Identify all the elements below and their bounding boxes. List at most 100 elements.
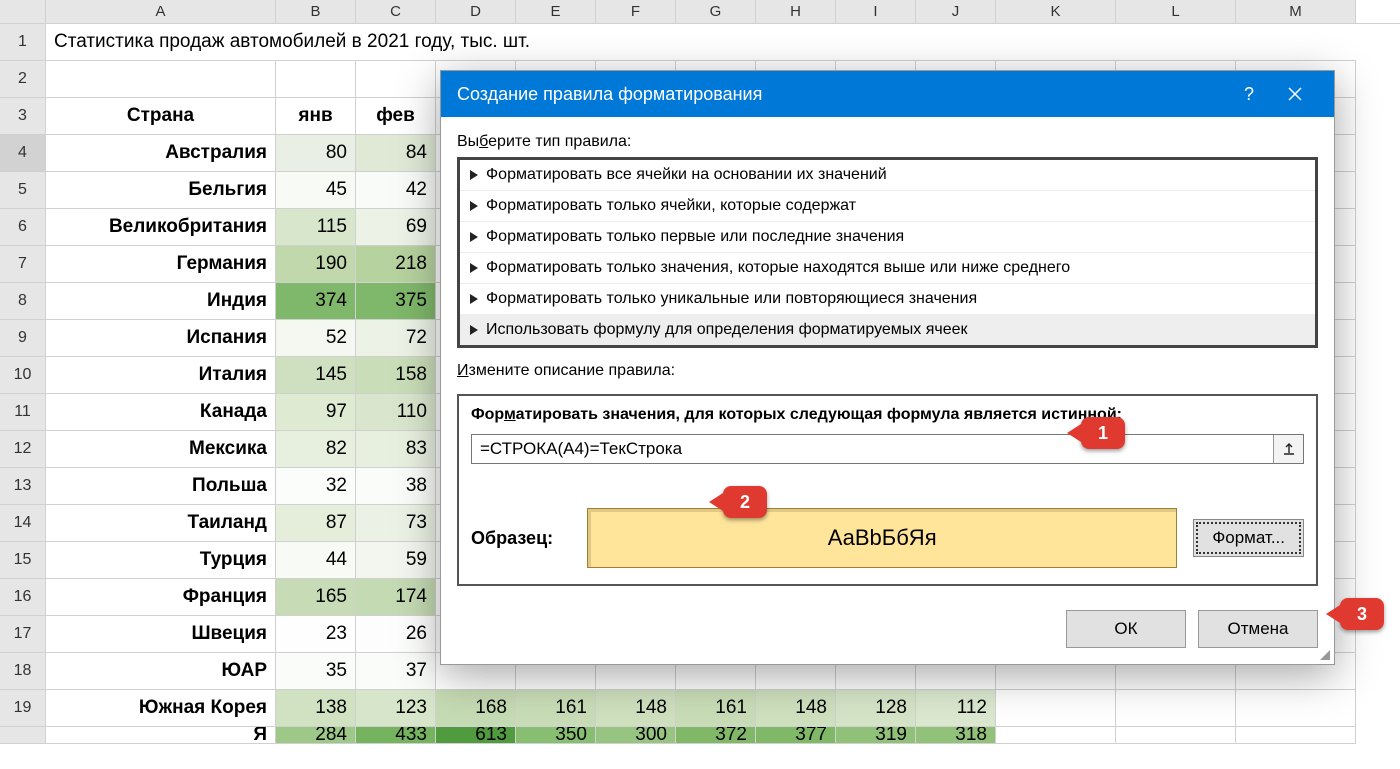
cancel-button[interactable]: Отмена: [1198, 610, 1318, 648]
cell-value[interactable]: 73: [356, 505, 436, 542]
cell-value[interactable]: 613: [436, 727, 516, 744]
row-header[interactable]: 6: [0, 209, 46, 246]
row-header[interactable]: 12: [0, 431, 46, 468]
row-header[interactable]: 2: [0, 61, 46, 98]
cell-value[interactable]: 38: [356, 468, 436, 505]
cell[interactable]: [46, 61, 276, 98]
cell-value[interactable]: 32: [276, 468, 356, 505]
cell-value[interactable]: 319: [836, 727, 916, 744]
cell-country[interactable]: ЮАР: [46, 653, 276, 690]
select-all-corner[interactable]: [0, 0, 46, 23]
formula-input[interactable]: [472, 435, 1273, 463]
cell-value[interactable]: 218: [356, 246, 436, 283]
cell[interactable]: [996, 727, 1116, 744]
col-header-F[interactable]: F: [596, 0, 676, 23]
row-header[interactable]: 7: [0, 246, 46, 283]
cell-country[interactable]: Польша: [46, 468, 276, 505]
row-header[interactable]: 14: [0, 505, 46, 542]
col-header-H[interactable]: H: [756, 0, 836, 23]
cell[interactable]: [1236, 727, 1356, 744]
cell-value[interactable]: 44: [276, 542, 356, 579]
rule-type-item[interactable]: Форматировать только первые или последни…: [460, 221, 1315, 252]
row-header[interactable]: 19: [0, 690, 46, 727]
cell-value[interactable]: 375: [356, 283, 436, 320]
cell-value[interactable]: 72: [356, 320, 436, 357]
row-header[interactable]: 17: [0, 616, 46, 653]
cell[interactable]: [1236, 690, 1356, 727]
col-header-G[interactable]: G: [676, 0, 756, 23]
cell-value[interactable]: 161: [516, 690, 596, 727]
cell-country[interactable]: Франция: [46, 579, 276, 616]
cell-value[interactable]: 97: [276, 394, 356, 431]
row-header[interactable]: 16: [0, 579, 46, 616]
cell-value[interactable]: 83: [356, 431, 436, 468]
cell[interactable]: [1116, 727, 1236, 744]
row-header[interactable]: 18: [0, 653, 46, 690]
cell-country[interactable]: Испания: [46, 320, 276, 357]
header-month[interactable]: фев: [356, 98, 436, 135]
rule-type-item[interactable]: Форматировать только ячейки, которые сод…: [460, 190, 1315, 221]
cell-value[interactable]: 433: [356, 727, 436, 744]
row-header[interactable]: 4: [0, 135, 46, 172]
col-header-A[interactable]: A: [46, 0, 276, 23]
cell[interactable]: [356, 61, 436, 98]
cell-value[interactable]: 318: [916, 727, 996, 744]
cell-country[interactable]: Австралия: [46, 135, 276, 172]
cell-value[interactable]: 69: [356, 209, 436, 246]
cell-country[interactable]: Южная Корея: [46, 690, 276, 727]
cell-value[interactable]: 165: [276, 579, 356, 616]
cell-country[interactable]: Турция: [46, 542, 276, 579]
cell-country[interactable]: Таиланд: [46, 505, 276, 542]
cell-value[interactable]: 284: [276, 727, 356, 744]
cell-value[interactable]: 42: [356, 172, 436, 209]
cell[interactable]: [276, 61, 356, 98]
cell-value[interactable]: 84: [356, 135, 436, 172]
cell-country[interactable]: Индия: [46, 283, 276, 320]
cell-country[interactable]: Великобритания: [46, 209, 276, 246]
row-header[interactable]: 13: [0, 468, 46, 505]
row-header[interactable]: 15: [0, 542, 46, 579]
cell-value[interactable]: 82: [276, 431, 356, 468]
cell-value[interactable]: 145: [276, 357, 356, 394]
cell-country[interactable]: Италия: [46, 357, 276, 394]
cell-value[interactable]: 80: [276, 135, 356, 172]
row-header[interactable]: 11: [0, 394, 46, 431]
cell-country[interactable]: Бельгия: [46, 172, 276, 209]
close-button[interactable]: [1272, 71, 1318, 117]
cell-value[interactable]: 123: [356, 690, 436, 727]
rule-type-list[interactable]: Форматировать все ячейки на основании их…: [457, 157, 1318, 348]
cell-value[interactable]: 148: [756, 690, 836, 727]
cell-value[interactable]: 372: [676, 727, 756, 744]
cell-value[interactable]: 174: [356, 579, 436, 616]
col-header-C[interactable]: C: [356, 0, 436, 23]
cell-value[interactable]: 59: [356, 542, 436, 579]
row-header[interactable]: 9: [0, 320, 46, 357]
rule-type-item[interactable]: Форматировать только значения, которые н…: [460, 252, 1315, 283]
rule-type-item[interactable]: Использовать формулу для определения фор…: [460, 314, 1315, 345]
cell-value[interactable]: 26: [356, 616, 436, 653]
range-picker-button[interactable]: [1273, 435, 1303, 463]
cell-value[interactable]: 158: [356, 357, 436, 394]
cell-value[interactable]: 161: [676, 690, 756, 727]
cell-value[interactable]: 377: [756, 727, 836, 744]
col-header-I[interactable]: I: [836, 0, 916, 23]
cell-value[interactable]: 52: [276, 320, 356, 357]
resize-grip[interactable]: [1318, 648, 1330, 660]
ok-button[interactable]: ОК: [1066, 610, 1186, 648]
cell-value[interactable]: 350: [516, 727, 596, 744]
cell-value[interactable]: 112: [916, 690, 996, 727]
cell-value[interactable]: 148: [596, 690, 676, 727]
row-header[interactable]: [0, 727, 46, 744]
cell-value[interactable]: 138: [276, 690, 356, 727]
col-header-K[interactable]: K: [996, 0, 1116, 23]
row-header[interactable]: 8: [0, 283, 46, 320]
dialog-titlebar[interactable]: Создание правила форматирования ?: [441, 71, 1334, 117]
col-header-D[interactable]: D: [436, 0, 516, 23]
cell-country[interactable]: Швеция: [46, 616, 276, 653]
col-header-J[interactable]: J: [916, 0, 996, 23]
format-button[interactable]: Формат...: [1193, 519, 1304, 557]
cell-value[interactable]: 45: [276, 172, 356, 209]
cell-value[interactable]: 35: [276, 653, 356, 690]
cell[interactable]: [996, 690, 1116, 727]
cell[interactable]: [1116, 690, 1236, 727]
